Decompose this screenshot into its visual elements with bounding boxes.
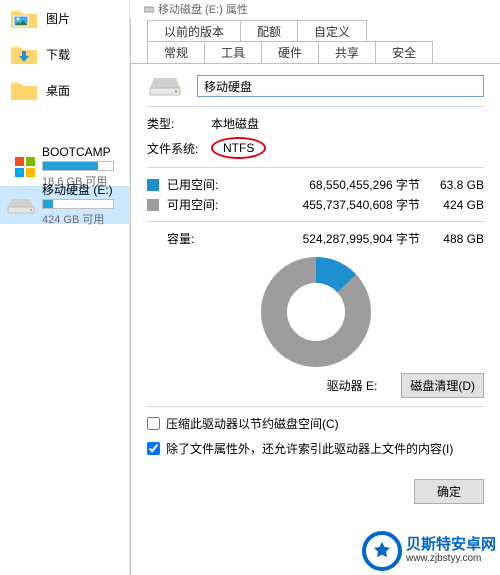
drive-list: BOOTCAMP 18.6 GB 可用 移动硬盘 (E:) 424 GB 可用 <box>0 148 129 224</box>
folder-desktop-icon <box>10 78 38 102</box>
quick-access-label: 下载 <box>46 46 70 63</box>
used-hr: 63.8 GB <box>430 178 484 192</box>
quick-access-desktop[interactable]: 桌面 <box>0 72 129 108</box>
watermark-title: 贝斯特安卓网 <box>406 537 496 553</box>
capacity-label: 容量: <box>167 230 227 247</box>
free-label: 可用空间: <box>167 196 227 213</box>
drive-sublabel: 424 GB 可用 <box>42 211 123 227</box>
tab-general[interactable]: 常规 <box>147 41 205 63</box>
tab-security[interactable]: 安全 <box>375 41 433 63</box>
used-swatch <box>147 179 159 191</box>
tab-sharing[interactable]: 共享 <box>318 41 376 63</box>
tab-quota[interactable]: 配额 <box>240 20 298 42</box>
drive-usage-bar <box>42 161 114 171</box>
quick-access-downloads[interactable]: 下载 <box>0 36 129 72</box>
properties-dialog: 以前的版本 配额 自定义 常规 工具 硬件 共享 安全 类型: 本地磁盘 <box>130 18 500 575</box>
drive-icon <box>6 195 36 215</box>
free-hr: 424 GB <box>430 198 484 212</box>
dialog-footer: 确定 <box>131 469 500 504</box>
tab-customize[interactable]: 自定义 <box>297 20 367 42</box>
capacity-bytes: 524,287,995,904 字节 <box>227 230 430 247</box>
compress-label: 压缩此驱动器以节约磁盘空间(C) <box>166 415 339 432</box>
folder-downloads-icon <box>10 42 38 66</box>
type-value: 本地磁盘 <box>211 115 259 132</box>
compress-checkbox[interactable] <box>147 417 160 430</box>
drive-item-bootcamp[interactable]: BOOTCAMP 18.6 GB 可用 <box>0 148 129 186</box>
folder-pictures-icon <box>10 6 38 30</box>
drive-name: BOOTCAMP <box>42 145 123 159</box>
index-checkbox[interactable] <box>147 442 160 455</box>
disk-cleanup-button[interactable]: 磁盘清理(D) <box>401 373 484 398</box>
usage-donut-chart <box>261 257 371 367</box>
watermark-logo-icon <box>362 531 402 571</box>
tab-previous-versions[interactable]: 以前的版本 <box>147 20 241 42</box>
tab-row-1: 以前的版本 配额 自定义 <box>131 20 500 42</box>
tab-row-2: 常规 工具 硬件 共享 安全 <box>131 41 500 63</box>
capacity-hr: 488 GB <box>430 232 484 246</box>
used-label: 已用空间: <box>167 176 227 193</box>
drive-item-removable[interactable]: 移动硬盘 (E:) 424 GB 可用 <box>0 186 129 224</box>
free-bytes: 455,737,540,608 字节 <box>227 196 430 213</box>
watermark: 贝斯特安卓网 www.zjbstyy.com <box>362 531 496 571</box>
filesystem-value: NTFS <box>211 137 266 159</box>
drive-usage-bar <box>42 199 114 209</box>
drive-letter-label: 驱动器 E: <box>327 377 378 394</box>
used-bytes: 68,550,455,296 字节 <box>227 176 430 193</box>
tab-tools[interactable]: 工具 <box>204 41 262 63</box>
drive-large-icon <box>147 74 183 98</box>
index-label: 除了文件属性外，还允许索引此驱动器上文件的内容(I) <box>166 440 453 457</box>
explorer-sidebar: 图片 下载 桌面 BOOTCAMP <box>0 0 130 575</box>
volume-name-input[interactable] <box>197 75 484 97</box>
quick-access-pictures[interactable]: 图片 <box>0 0 129 36</box>
quick-access-label: 图片 <box>46 10 70 27</box>
drive-name: 移动硬盘 (E:) <box>42 183 123 197</box>
watermark-url: www.zjbstyy.com <box>406 553 496 565</box>
type-label: 类型: <box>147 115 211 132</box>
dialog-title: 移动磁盘 (E:) 属性 <box>158 1 248 17</box>
windows-logo-icon <box>14 156 36 178</box>
tab-hardware[interactable]: 硬件 <box>261 41 319 63</box>
filesystem-label: 文件系统: <box>147 140 211 157</box>
ok-button[interactable]: 确定 <box>414 479 484 504</box>
drive-small-icon <box>144 4 154 14</box>
dialog-titlebar-fragment: 移动磁盘 (E:) 属性 <box>130 0 500 18</box>
free-swatch <box>147 199 159 211</box>
quick-access-label: 桌面 <box>46 82 70 99</box>
